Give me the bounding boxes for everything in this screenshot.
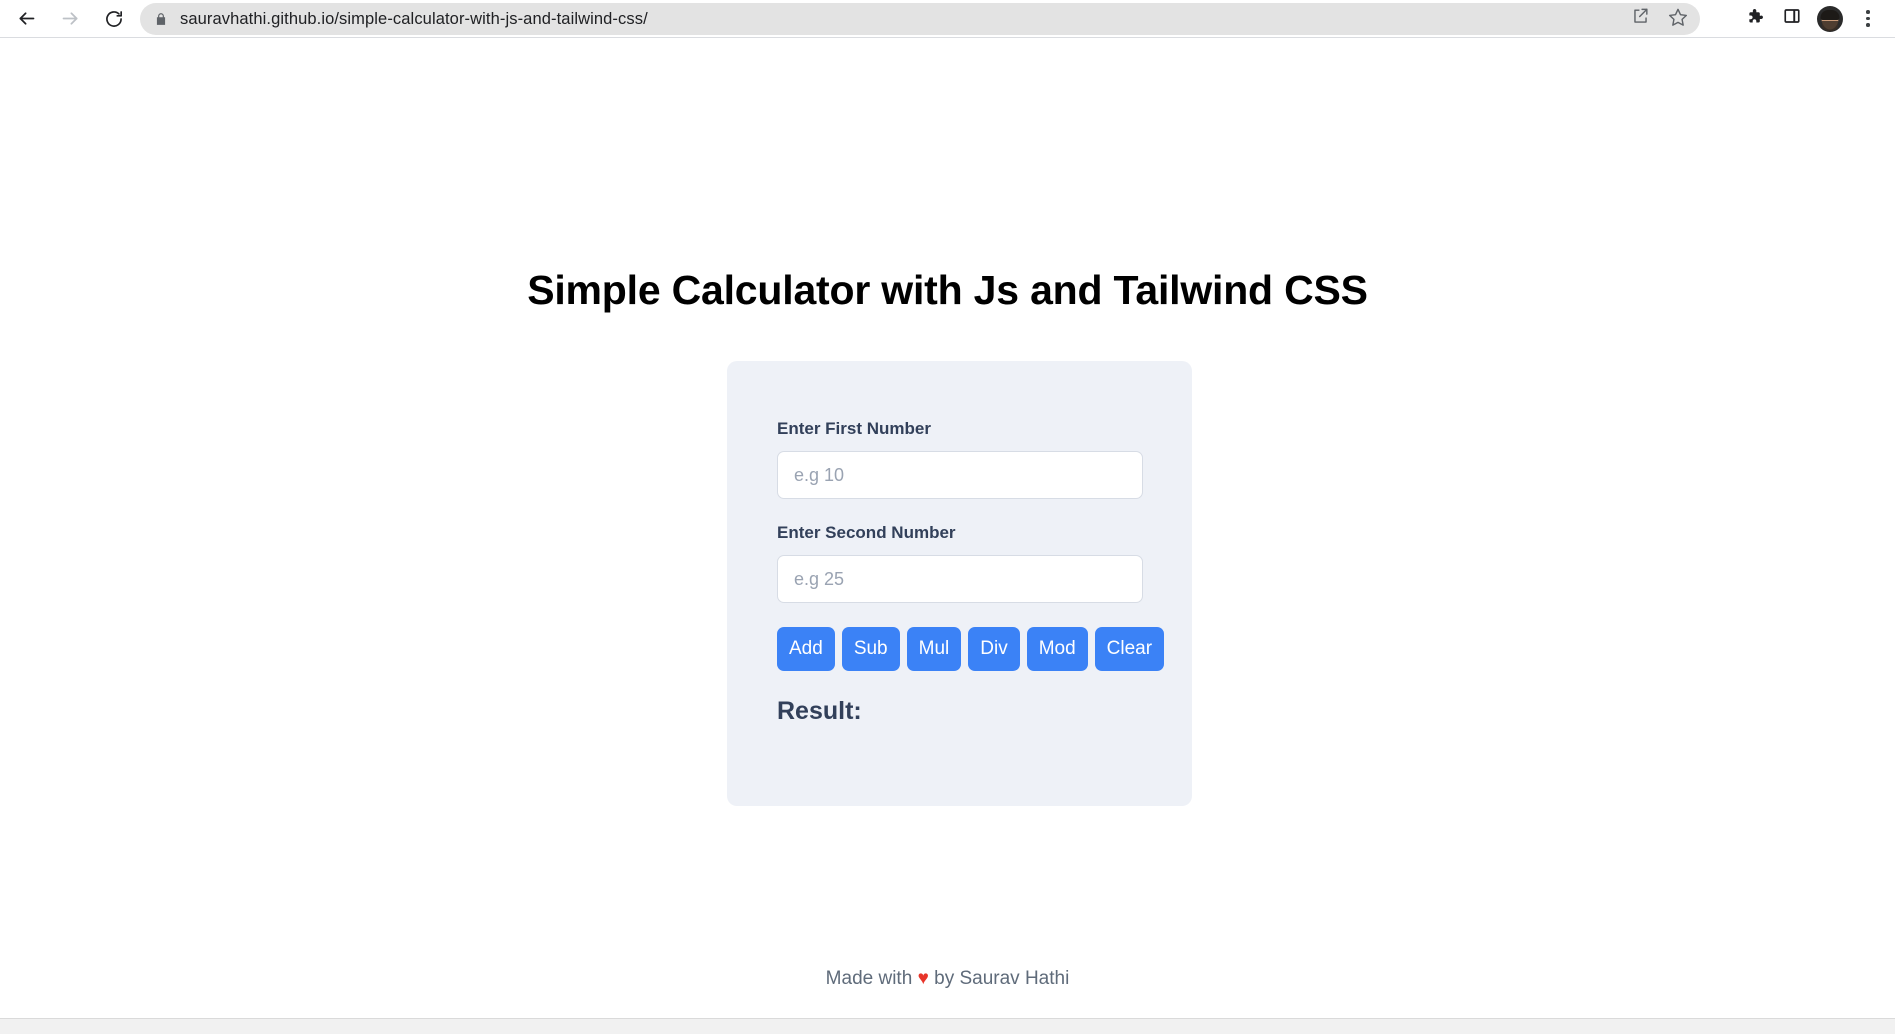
extensions-puzzle-icon	[1745, 7, 1764, 31]
footer-prefix: Made with	[825, 968, 913, 989]
page-content: Simple Calculator with Js and Tailwind C…	[0, 39, 1895, 1018]
browser-toolbar: sauravhathi.github.io/simple-calculator-…	[0, 0, 1895, 38]
mod-button[interactable]: Mod	[1026, 627, 1088, 671]
calculator-card: Enter First Number Enter Second Number A…	[727, 361, 1192, 806]
second-number-label: Enter Second Number	[777, 523, 956, 542]
avatar-beard	[1822, 21, 1838, 32]
side-panel-icon	[1783, 7, 1801, 30]
share-icon[interactable]	[1631, 7, 1650, 31]
clear-button[interactable]: Clear	[1094, 627, 1165, 671]
url-text: sauravhathi.github.io/simple-calculator-…	[180, 9, 648, 28]
second-number-input[interactable]	[777, 555, 1143, 603]
add-button[interactable]: Add	[777, 627, 835, 671]
profile-avatar	[1817, 5, 1843, 32]
reload-icon	[104, 9, 124, 29]
omnibox-action-group	[1631, 3, 1688, 35]
page-footer: Made with ♥ by Saurav Hathi	[0, 968, 1895, 990]
calculator-form: Enter First Number Enter Second Number A…	[777, 419, 1165, 726]
bookmark-star-icon[interactable]	[1668, 7, 1688, 32]
side-panel-button[interactable]	[1773, 0, 1811, 38]
first-number-input[interactable]	[777, 451, 1143, 499]
operation-button-row: Add Sub Mul Div Mod Clear	[777, 627, 1165, 671]
toolbar-right-group	[1735, 0, 1887, 37]
footer-suffix: by Saurav Hathi	[934, 968, 1070, 989]
window-bottom-bar	[0, 1018, 1895, 1034]
heart-icon: ♥	[917, 968, 929, 989]
page-title: Simple Calculator with Js and Tailwind C…	[527, 267, 1368, 313]
back-button[interactable]	[8, 1, 44, 37]
second-number-field-block: Enter Second Number	[777, 523, 1143, 603]
extensions-button[interactable]	[1735, 0, 1773, 38]
div-button[interactable]: Div	[968, 627, 1020, 671]
back-arrow-icon	[16, 8, 37, 29]
sub-button[interactable]: Sub	[841, 627, 900, 671]
first-number-field-block: Enter First Number	[777, 419, 1143, 499]
mul-button[interactable]: Mul	[906, 627, 962, 671]
result-row: Result:	[777, 697, 1143, 726]
first-number-label: Enter First Number	[777, 419, 931, 438]
forward-arrow-icon	[60, 8, 81, 29]
navigation-button-group	[8, 1, 132, 37]
result-label: Result:	[777, 697, 862, 725]
browser-menu-button[interactable]	[1849, 0, 1887, 38]
three-dot-menu-icon	[1866, 10, 1870, 27]
lock-icon	[154, 11, 168, 27]
profile-button[interactable]	[1811, 0, 1849, 38]
forward-button[interactable]	[52, 1, 88, 37]
address-bar[interactable]: sauravhathi.github.io/simple-calculator-…	[140, 3, 1700, 35]
reload-button[interactable]	[96, 1, 132, 37]
avatar-hair	[1820, 9, 1840, 20]
